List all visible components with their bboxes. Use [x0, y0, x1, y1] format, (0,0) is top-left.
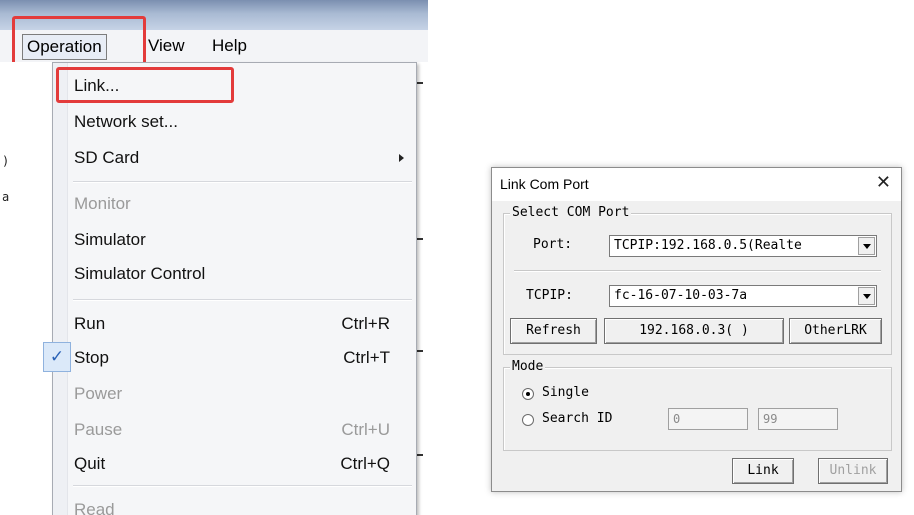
- link-button-label: Link: [747, 463, 779, 478]
- menu-item-power: Power: [68, 377, 416, 411]
- menu-item-shortcut: Ctrl+Q: [340, 454, 390, 473]
- menu-help[interactable]: Help: [212, 34, 247, 58]
- background-mark: [417, 82, 423, 84]
- search-id-label: Search ID: [542, 411, 613, 426]
- menu-item-pause: Pause Ctrl+U: [68, 413, 416, 447]
- other-lrk-button-label: OtherLRK: [804, 323, 867, 338]
- group-separator: [514, 270, 881, 272]
- other-lrk-button[interactable]: OtherLRK: [789, 318, 882, 344]
- search-id-to-value: 99: [763, 412, 778, 426]
- operation-dropdown: Link... Network set... SD Card Monitor S…: [43, 62, 417, 515]
- menu-item-network-set[interactable]: Network set...: [68, 105, 416, 139]
- dialog-titlebar: Link Com Port ✕: [492, 168, 901, 201]
- menu-item-label: Simulator Control: [74, 264, 206, 283]
- background-window: ) a: [0, 62, 52, 515]
- unlink-button-label: Unlink: [829, 463, 877, 478]
- submenu-arrow-icon: [399, 154, 404, 162]
- menu-separator: [73, 485, 412, 487]
- checkmark-icon: ✓: [43, 342, 71, 372]
- chevron-down-icon: [858, 287, 875, 305]
- refresh-button-label: Refresh: [526, 323, 581, 338]
- background-mark: [417, 238, 423, 240]
- menu-item-label: Power: [74, 384, 123, 403]
- mode-group-label: Mode: [510, 359, 546, 374]
- menu-view-label: View: [148, 36, 185, 55]
- com-port-group-label: Select COM Port: [510, 205, 632, 220]
- menu-item-label: Simulator: [74, 230, 146, 249]
- search-id-to-field[interactable]: 99: [758, 408, 838, 430]
- radio-search-id[interactable]: [522, 414, 534, 426]
- tcpip-label: TCPIP:: [526, 288, 573, 303]
- menu-item-label: SD Card: [74, 148, 140, 167]
- mode-group: Mode Single Search ID 0 99: [503, 359, 892, 451]
- single-label: Single: [542, 385, 589, 400]
- port-label: Port:: [533, 237, 573, 252]
- ip-address-button-label: 192.168.0.3( ): [639, 323, 749, 338]
- search-id-from-field[interactable]: 0: [668, 408, 748, 430]
- menu-separator: [73, 299, 412, 301]
- highlight-operation: [12, 16, 146, 66]
- ip-address-button[interactable]: 192.168.0.3( ): [604, 318, 784, 344]
- menu-view[interactable]: View: [148, 34, 185, 58]
- chevron-down-icon: [858, 237, 875, 255]
- unlink-button: Unlink: [818, 458, 888, 484]
- tcpip-select[interactable]: fc-16-07-10-03-7a: [609, 285, 877, 307]
- menu-item-label: Stop: [74, 348, 109, 367]
- tcpip-select-value: fc-16-07-10-03-7a: [614, 288, 748, 303]
- menu-item-monitor: Monitor: [68, 187, 416, 221]
- menu-item-label: Network set...: [74, 112, 178, 131]
- menu-gutter: [53, 63, 68, 515]
- menu-item-quit[interactable]: Quit Ctrl+Q: [68, 447, 416, 481]
- radio-single[interactable]: [522, 388, 534, 400]
- menu-screenshot: Operation View Help ) a Link... Network …: [0, 0, 428, 515]
- port-select-value: TCPIP:192.168.0.5(Realte: [614, 238, 802, 253]
- port-select[interactable]: TCPIP:192.168.0.5(Realte: [609, 235, 877, 257]
- background-glyph: a: [2, 190, 10, 204]
- menu-item-read: Read: [68, 493, 416, 515]
- menu-item-run[interactable]: Run Ctrl+R: [68, 307, 416, 341]
- menu-item-shortcut: Ctrl+U: [341, 420, 390, 439]
- menu-item-label: Pause: [74, 420, 123, 439]
- menu-item-sd-card[interactable]: SD Card: [68, 141, 416, 175]
- background-mark: [417, 454, 423, 456]
- menu-item-label: Monitor: [74, 194, 131, 213]
- menu-item-shortcut: Ctrl+T: [343, 348, 390, 367]
- menu-help-label: Help: [212, 36, 247, 55]
- com-port-group: Select COM Port Port: TCPIP:192.168.0.5(…: [503, 205, 892, 355]
- menu-item-shortcut: Ctrl+R: [341, 314, 390, 333]
- menu-item-simulator[interactable]: Simulator: [68, 223, 416, 257]
- link-button[interactable]: Link: [732, 458, 794, 484]
- background-glyph: ): [2, 154, 10, 168]
- dialog-title: Link Com Port: [500, 176, 589, 192]
- menu-item-stop[interactable]: ✓ Stop Ctrl+T: [43, 341, 416, 375]
- menu-item-label: Quit: [74, 454, 106, 473]
- menu-item-label: Run: [74, 314, 106, 333]
- background-mark: [417, 350, 423, 352]
- highlight-link-item: [56, 67, 234, 103]
- search-id-from-value: 0: [673, 412, 681, 426]
- close-icon[interactable]: ✕: [876, 172, 891, 193]
- refresh-button[interactable]: Refresh: [510, 318, 597, 344]
- menu-item-label: Read: [74, 500, 115, 515]
- menu-separator: [73, 181, 412, 183]
- menu-item-simulator-control[interactable]: Simulator Control: [68, 257, 416, 291]
- link-com-port-dialog: Link Com Port ✕ Select COM Port Port: TC…: [491, 167, 902, 492]
